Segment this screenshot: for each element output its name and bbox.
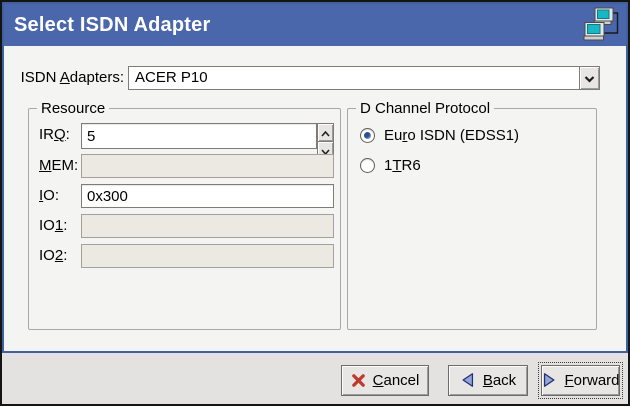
combo-dropdown-button[interactable]: [579, 67, 599, 89]
mem-label: MEM:: [39, 154, 78, 178]
cancel-button-label: Cancel: [373, 372, 420, 389]
arrow-right-icon: [541, 372, 557, 388]
cancel-x-icon: [351, 373, 366, 388]
io2-label: IO2:: [39, 244, 67, 268]
radio-1tr6[interactable]: 1TR6: [360, 157, 421, 174]
isdn-adapter-dialog: Select ISDN Adapter ISDN Adapters: ACER …: [0, 0, 630, 406]
back-button-label: Back: [483, 372, 516, 389]
irq-label: IRQ:: [39, 123, 70, 147]
io1-field: [81, 214, 334, 238]
dialog-button-bar: Cancel Back Forward: [2, 353, 628, 404]
isdn-adapters-combobox[interactable]: ACER P10: [128, 66, 600, 90]
spin-up-button[interactable]: [317, 123, 334, 141]
forward-button[interactable]: Forward: [541, 365, 620, 396]
chevron-down-icon: [584, 70, 595, 87]
back-button[interactable]: Back: [448, 365, 528, 396]
radio-button-icon: [360, 128, 375, 143]
radio-button-icon: [360, 158, 375, 173]
d-channel-protocol-title: D Channel Protocol: [356, 100, 494, 117]
page-title: Select ISDN Adapter: [14, 14, 210, 37]
network-computers-icon: [582, 6, 620, 44]
dialog-top-panel: Select ISDN Adapter ISDN Adapters: ACER …: [2, 2, 628, 353]
io1-label: IO1:: [39, 214, 67, 238]
io-label: IO:: [39, 184, 59, 208]
forward-button-label: Forward: [564, 372, 619, 389]
chevron-up-icon: [321, 124, 330, 141]
isdn-adapters-selected-value: ACER P10: [135, 67, 577, 89]
radio-euro-isdn[interactable]: Euro ISDN (EDSS1): [360, 127, 519, 144]
dialog-header: Select ISDN Adapter: [4, 4, 626, 46]
isdn-adapters-label: ISDN Adapters:: [18, 66, 124, 90]
radio-euro-isdn-label: Euro ISDN (EDSS1): [384, 127, 519, 144]
io-field[interactable]: [81, 184, 334, 208]
mem-field: [81, 154, 334, 178]
irq-spinner[interactable]: [81, 123, 317, 149]
io2-field: [81, 244, 334, 268]
resource-groupbox: Resource IRQ:: [28, 108, 341, 330]
d-channel-protocol-groupbox: D Channel Protocol Euro ISDN (EDSS1) 1TR…: [347, 108, 597, 330]
default-button-focus-frame: Forward: [538, 362, 623, 399]
resource-group-title: Resource: [37, 100, 109, 117]
dialog-content: ISDN Adapters: ACER P10 Resource IRQ:: [4, 46, 626, 351]
radio-1tr6-label: 1TR6: [384, 157, 421, 174]
arrow-left-icon: [460, 372, 476, 388]
cancel-button[interactable]: Cancel: [341, 365, 429, 396]
